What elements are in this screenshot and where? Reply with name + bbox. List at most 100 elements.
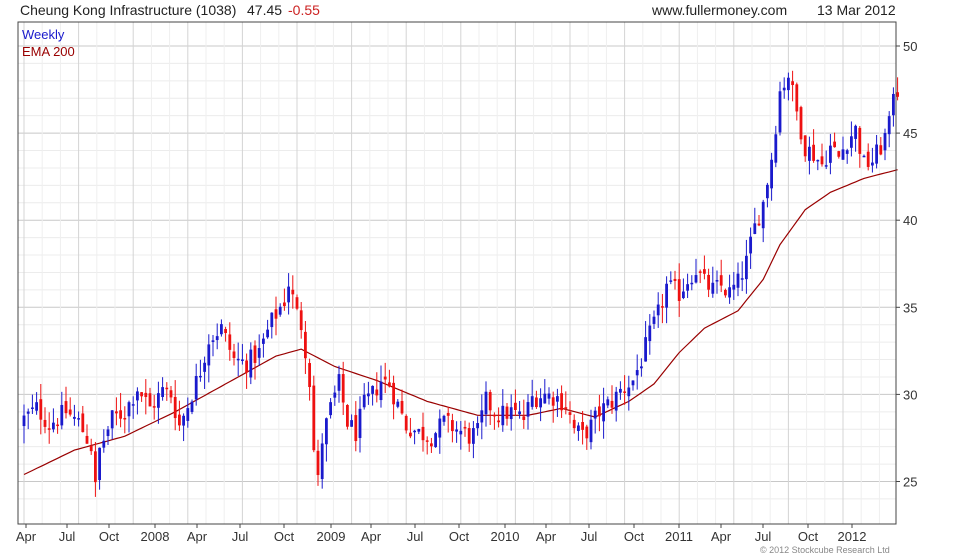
candle [165, 382, 169, 401]
grid-lines [18, 22, 896, 524]
candle-body [472, 428, 475, 444]
candle-body [736, 273, 740, 288]
candle [724, 288, 727, 298]
candle [161, 377, 164, 401]
candle-body [623, 391, 626, 393]
candle-body [367, 393, 370, 397]
candle-body [745, 255, 748, 280]
candle [648, 314, 652, 355]
candle [98, 447, 101, 490]
candle-body [661, 306, 664, 308]
candle-body [215, 336, 219, 341]
candle-body [560, 393, 563, 411]
candle-body [316, 450, 320, 476]
candle-body [325, 418, 328, 445]
candle [845, 148, 849, 164]
candle [236, 342, 240, 377]
candle-body [455, 429, 458, 432]
candle-body [362, 394, 366, 408]
x-tick-label: 2012 [838, 529, 867, 544]
candle-body [740, 278, 744, 280]
candle-body [241, 359, 244, 361]
copyright-text: © 2012 Stockcube Research Ltd [760, 545, 890, 555]
candle [64, 386, 68, 419]
candle-body [199, 375, 202, 378]
candle-body [140, 392, 143, 397]
candle-body [396, 401, 400, 407]
candle [623, 375, 626, 405]
candle [220, 319, 223, 337]
candle [665, 276, 668, 324]
candle [753, 207, 757, 235]
candle-body [850, 136, 853, 148]
candle [686, 273, 689, 299]
candle [816, 159, 820, 171]
candle-body [295, 297, 299, 309]
x-tick-label: 2008 [141, 529, 170, 544]
candle-body [85, 435, 89, 444]
candle-body [119, 410, 122, 419]
candle-body [358, 408, 362, 438]
candle [22, 404, 26, 444]
candle-body [564, 407, 568, 409]
candle [652, 310, 656, 330]
candle-body [782, 87, 786, 91]
candle-body [354, 415, 358, 442]
candle [690, 275, 694, 291]
candle-body [169, 390, 173, 398]
candle [228, 322, 232, 361]
candle [577, 422, 580, 441]
y-tick-label: 45 [903, 126, 917, 141]
x-tick-label: 2011 [665, 529, 693, 544]
candle-body [43, 419, 47, 427]
candle-body [812, 144, 815, 161]
candle-body [236, 358, 240, 361]
candle-body [635, 370, 639, 376]
candle-body [682, 291, 685, 299]
candle-body [371, 385, 374, 394]
candle [543, 379, 547, 404]
candle [232, 343, 236, 366]
candle [26, 408, 30, 430]
candle [144, 379, 148, 415]
candle-body [253, 345, 257, 363]
candle-body [110, 410, 114, 429]
candle-body [547, 393, 551, 399]
candle-body [854, 125, 857, 139]
candle-body [698, 271, 702, 273]
candle [854, 124, 857, 152]
candle-body [291, 289, 295, 295]
candle-body [417, 428, 421, 432]
candle-body [409, 432, 412, 437]
candle [774, 125, 778, 168]
candle-body [711, 282, 715, 294]
candle-body [837, 151, 841, 157]
legend: Weekly EMA 200 [22, 27, 75, 59]
candle-body [203, 362, 206, 372]
x-tick-label: Apr [187, 529, 208, 544]
candle [703, 255, 706, 280]
candle [337, 365, 341, 403]
candle-body [404, 415, 408, 431]
candle-body [488, 392, 492, 411]
candle [841, 136, 845, 160]
candle [325, 417, 328, 462]
candle-body [480, 410, 484, 423]
candle-body [182, 415, 185, 426]
candle-body [892, 93, 895, 116]
candle-body [568, 412, 572, 415]
candle-body [879, 145, 883, 155]
candle-body [484, 391, 488, 415]
candle-body [102, 440, 106, 448]
candle-body [283, 302, 286, 307]
candle-body [266, 329, 269, 338]
candle [892, 87, 895, 127]
candle [89, 438, 93, 455]
candle-body [728, 287, 731, 298]
x-tick-label: Apr [711, 529, 732, 544]
candle [77, 411, 80, 427]
candle [614, 386, 618, 422]
candle-body [556, 396, 559, 402]
candle [253, 340, 257, 380]
price-chart: 25 30 35 40 45 50 Apr Jul Oct 2008 Apr Jul Oct 2009 Ap… [16, 21, 917, 544]
